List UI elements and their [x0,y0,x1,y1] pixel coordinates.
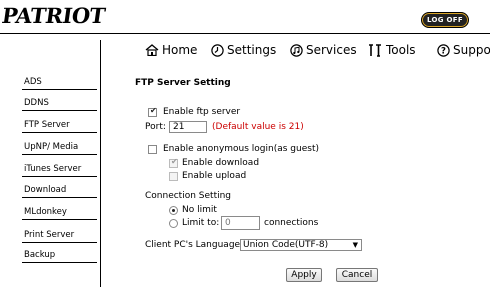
clock-icon [211,43,224,57]
sidebar-divider-line [22,154,97,155]
client-language-select[interactable]: Union Code(UTF-8) ▼ [240,239,362,251]
client-language-label: Client PC's Language: [145,240,244,250]
sidebar-item-ads[interactable]: ADS [24,77,42,88]
sidebar-item-backup[interactable]: Backup [24,250,55,261]
sidebar-item-ddns[interactable]: DDNS [24,98,49,109]
connections-label: connections [264,218,319,228]
help-icon: ? [437,43,450,57]
limit-to-radio[interactable] [169,219,178,228]
sidebar-divider-line [22,89,97,90]
log-off-button[interactable]: LOG OFF [421,12,469,28]
sidebar-item-download[interactable]: Download [24,185,66,196]
nav-home-label: Home [162,43,198,57]
apply-button[interactable]: Apply [286,268,322,282]
nav-services-label: Services [306,43,357,57]
sidebar-item-upnp-media[interactable]: UpNP/ Media [24,142,78,153]
limit-connections-input[interactable]: 0 [221,216,260,230]
sidebar-divider-line [22,110,97,111]
nav-settings[interactable]: Settings [211,42,276,58]
enable-ftp-label: Enable ftp server [163,107,241,117]
anonymous-login-checkbox[interactable] [148,145,157,154]
enable-upload-checkbox[interactable] [169,172,178,181]
nav-support-label: Support [453,43,490,57]
header-divider [0,33,490,34]
enable-upload-label: Enable upload [182,171,247,181]
sidebar-item-mldonkey[interactable]: MLdonkey [24,207,67,218]
limit-to-label: Limit to: [182,218,220,228]
anonymous-login-label: Enable anonymous login(as guest) [163,144,319,154]
home-icon [145,44,159,56]
port-input[interactable]: 21 [169,121,207,133]
sidebar-item-print-server[interactable]: Print Server [24,230,74,241]
sidebar-divider [100,40,101,287]
page-title: FTP Server Setting [135,78,231,88]
sidebar-divider-line [22,132,97,133]
port-default-hint: (Default value is 21) [212,122,304,132]
cancel-button[interactable]: Cancel [336,268,378,282]
enable-ftp-checkbox[interactable] [148,106,157,117]
dropdown-arrow-icon: ▼ [352,241,358,249]
patriot-logo: PATRIOT [0,3,107,28]
port-label: Port: [145,122,166,132]
sidebar-item-ftp-server[interactable]: FTP Server [24,120,70,131]
nav-tools[interactable]: Tools [367,42,416,58]
sidebar-divider-line [22,219,97,220]
tools-icon [369,43,381,57]
enable-download-checkbox[interactable] [169,157,178,168]
no-limit-label: No limit [182,205,217,215]
connection-setting-heading: Connection Setting [145,191,232,201]
nav-settings-label: Settings [227,43,277,57]
nav-tools-label: Tools [386,43,416,57]
sidebar-divider-line [22,242,97,243]
svg-text:?: ? [441,46,446,56]
sidebar-divider-line [22,176,97,177]
sidebar-divider-line [22,197,97,198]
sidebar-divider-line [22,262,97,263]
no-limit-radio[interactable] [169,206,178,215]
nav-services[interactable]: Services [290,42,357,58]
nav-home[interactable]: Home [145,42,197,58]
music-icon [290,43,303,57]
enable-download-label: Enable download [182,158,260,168]
client-language-value: Union Code(UTF-8) [243,240,329,250]
nav-support[interactable]: ? Support [437,42,490,58]
sidebar-item-itunes-server[interactable]: iTunes Server [24,164,81,175]
